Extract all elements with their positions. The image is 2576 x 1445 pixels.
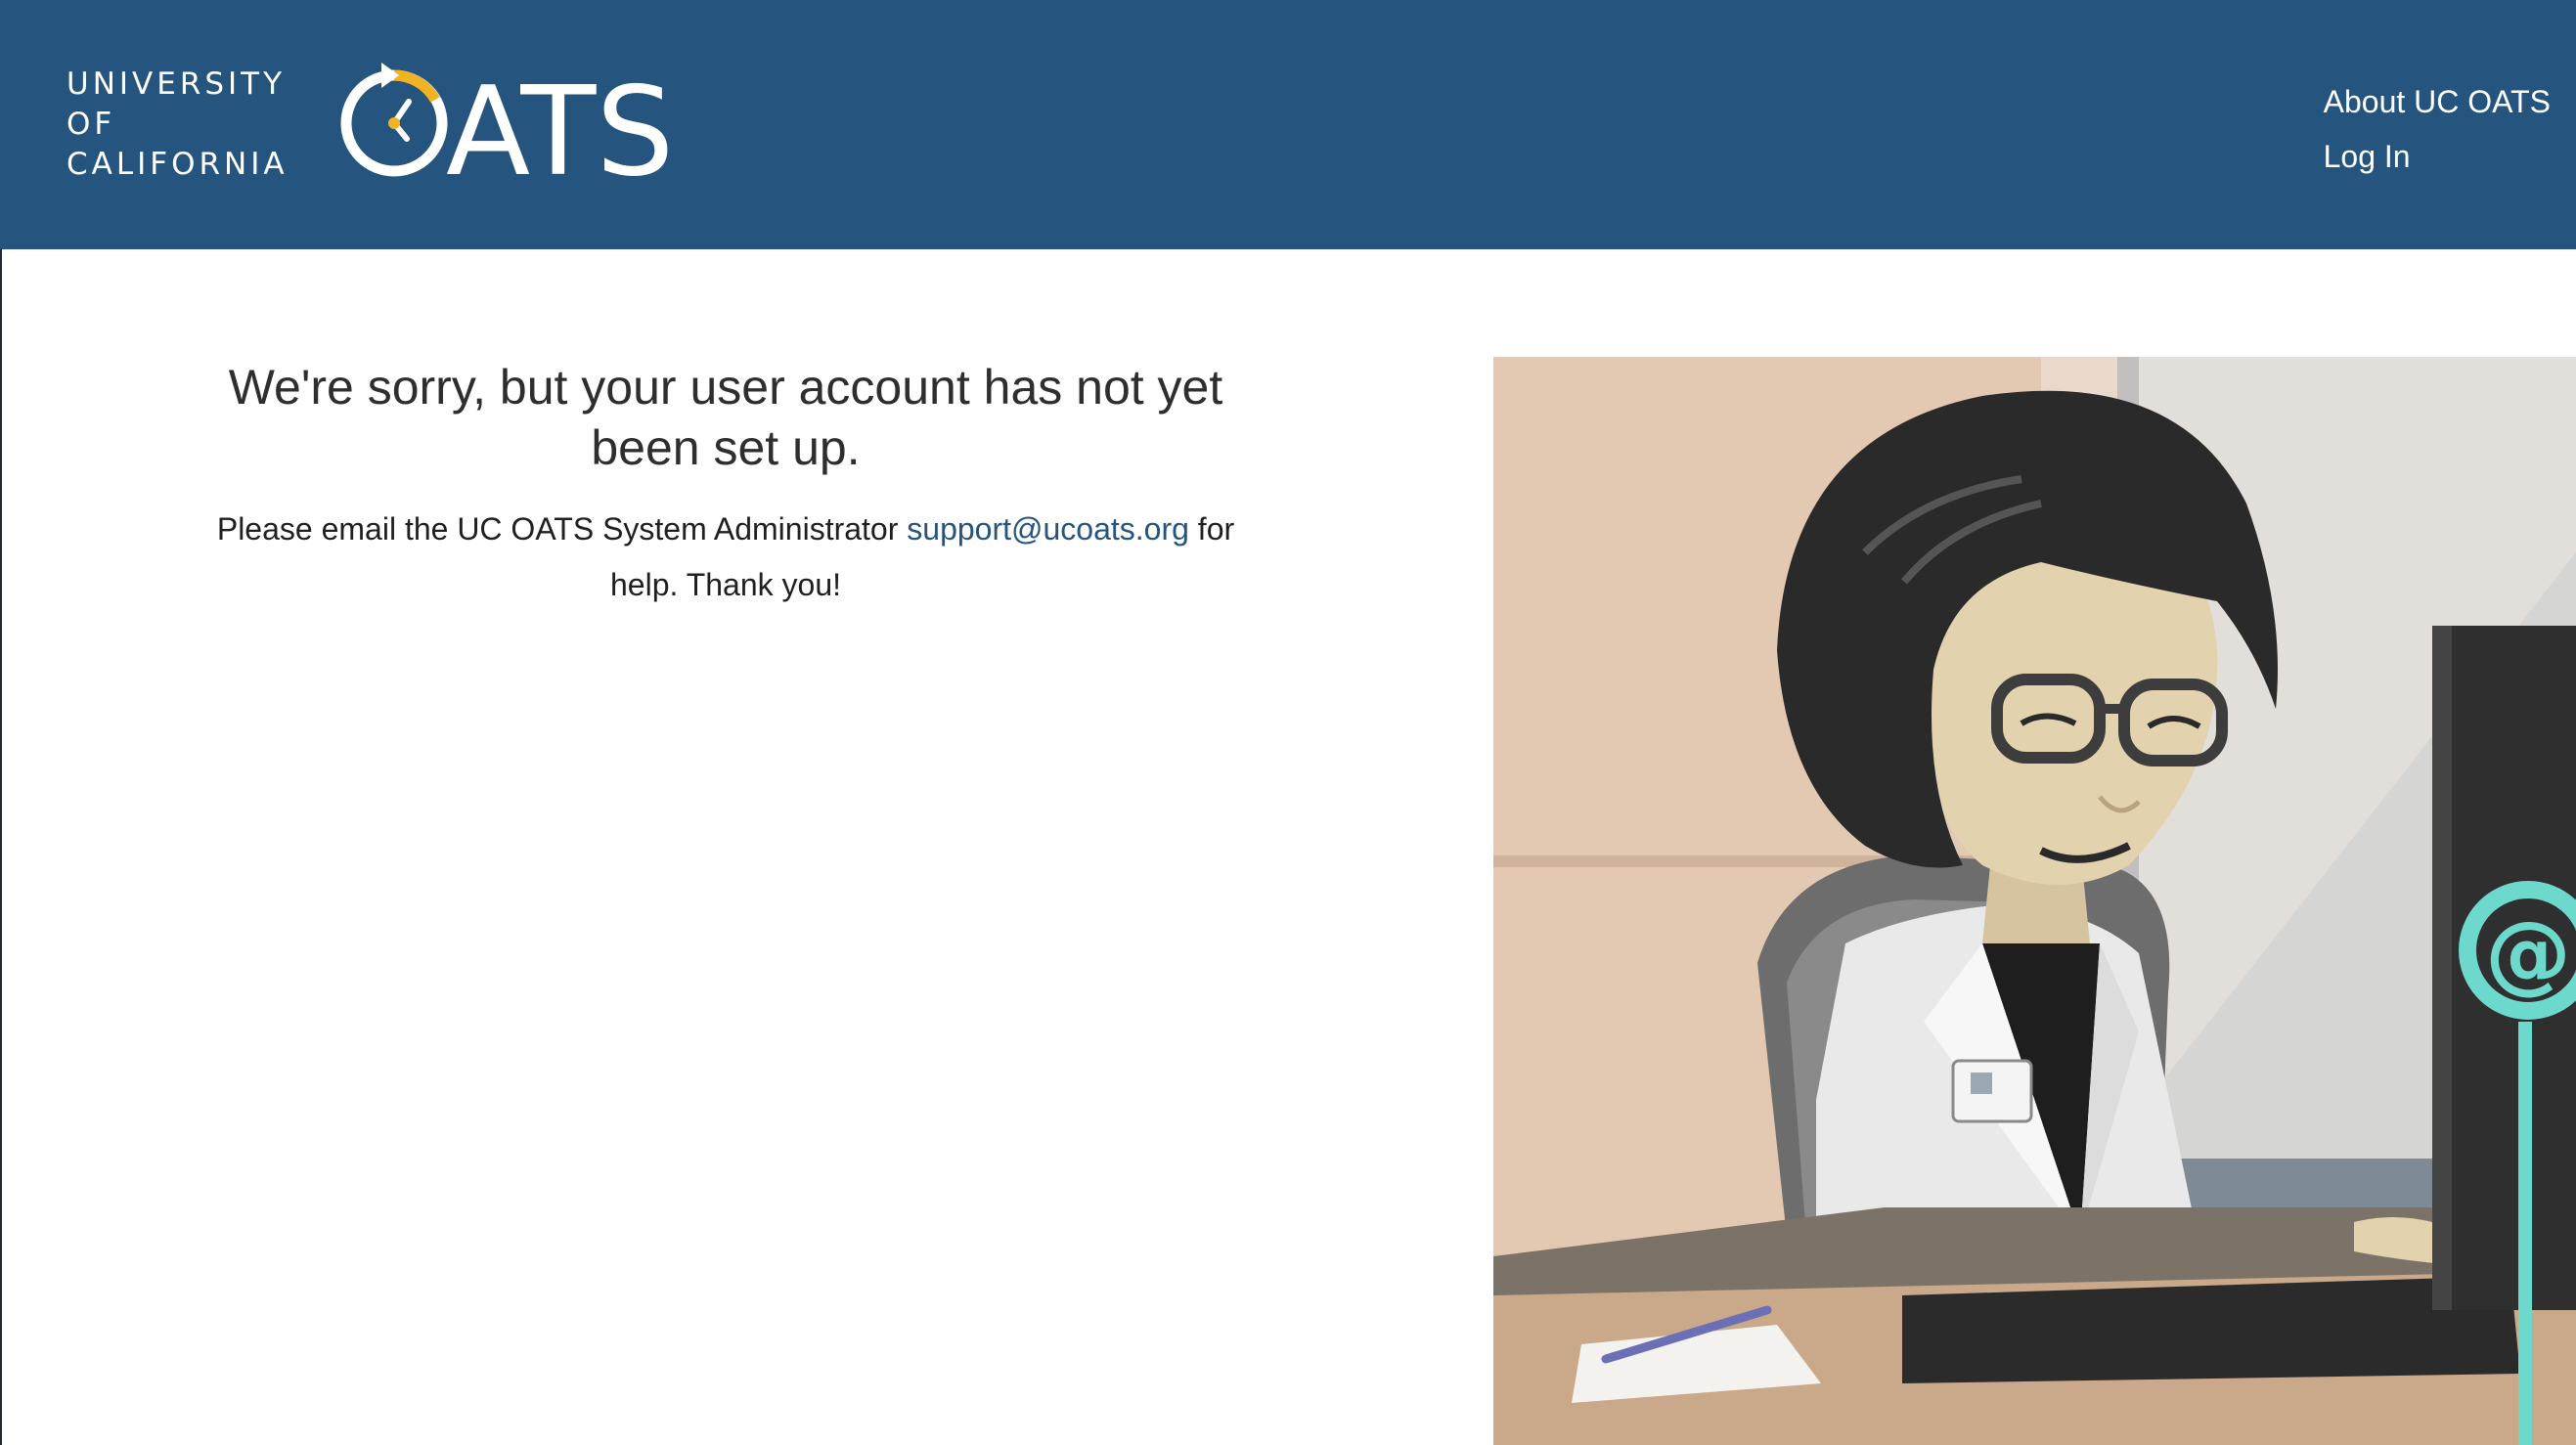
id-badge-photo (1971, 1073, 1992, 1094)
nav-link-login[interactable]: Log In (2324, 129, 2551, 184)
account-not-setup-message: We're sorry, but your user account has n… (198, 357, 1254, 613)
error-heading: We're sorry, but your user account has n… (228, 360, 1223, 475)
help-text: Please email the UC OATS System Administ… (198, 502, 1254, 613)
site-header: UNIVERSITY OF CALIFORNIA ATS About UC OA… (0, 0, 2576, 249)
oats-wordmark: ATS (446, 61, 673, 183)
header-nav: About UC OATS Log In (2324, 74, 2551, 184)
clock-arrow-icon (381, 63, 399, 88)
uc-logo-line-2: OF (67, 107, 116, 142)
help-text-prefix: Please email the UC OATS System Administ… (216, 511, 908, 547)
oats-logo[interactable]: ATS (340, 61, 673, 183)
university-of-california-logo[interactable]: UNIVERSITY OF CALIFORNIA (67, 65, 289, 185)
monitor-edge (2432, 626, 2452, 1310)
nav-link-about[interactable]: About UC OATS (2324, 74, 2551, 129)
clock-center (388, 117, 400, 129)
clock-accent-arc (393, 69, 440, 103)
at-sign-icon: @ (2485, 902, 2571, 1003)
support-email-link[interactable]: support@ucoats.org (907, 511, 1189, 547)
uc-logo-line-3: CALIFORNIA (67, 147, 289, 182)
uc-logo-line-1: UNIVERSITY (67, 66, 287, 102)
email-sign-pole (2518, 1022, 2532, 1445)
doctor-at-computer-illustration: @ (1493, 357, 2576, 1445)
